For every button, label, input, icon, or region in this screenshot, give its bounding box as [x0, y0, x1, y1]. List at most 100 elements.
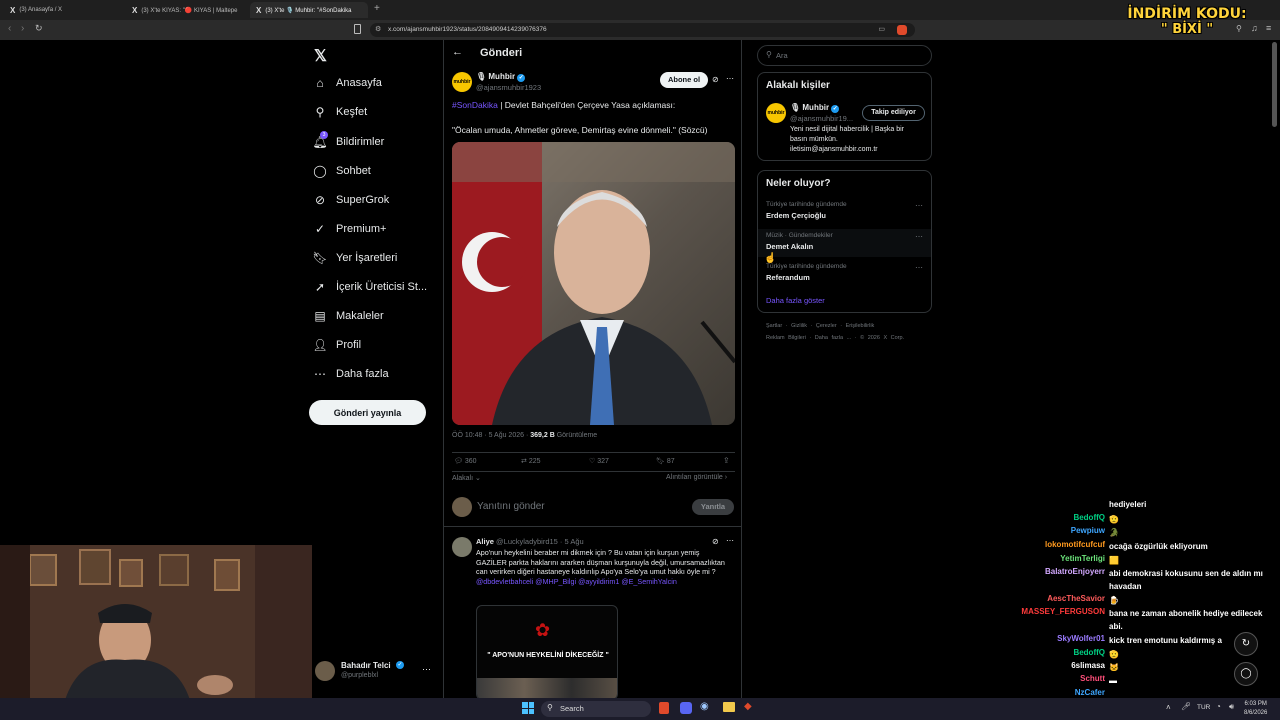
back-arrow-icon[interactable]: ←: [452, 46, 463, 58]
bookmark-action[interactable]: 🔖︎ 87: [656, 457, 675, 465]
more-icon[interactable]: ⋯: [422, 664, 431, 675]
volume-icon[interactable]: 🔊︎: [1229, 702, 1234, 712]
grok-icon[interactable]: ⊘: [712, 75, 719, 84]
search-input[interactable]: ⚲ Ara: [757, 45, 932, 66]
avatar[interactable]: muhbir: [766, 103, 786, 123]
subscribe-button[interactable]: Abone ol: [660, 72, 708, 88]
nav-creator-studio[interactable]: ➚ İçerik Üreticisi St...: [313, 276, 427, 298]
chat-username[interactable]: Schutt: [1010, 674, 1105, 683]
avatar[interactable]: [452, 537, 472, 557]
scrollbar[interactable]: [1272, 42, 1277, 127]
footer-link[interactable]: Çerezler: [816, 323, 837, 329]
more-icon[interactable]: ⋯: [726, 536, 734, 545]
following-button[interactable]: Takip ediliyor: [862, 105, 925, 121]
footer-link[interactable]: Gizlilik: [791, 323, 807, 329]
reply-handle[interactable]: @Luckyladybird15 · 5 Ağu: [496, 537, 584, 546]
account-switcher[interactable]: Bahadır Telci ✓ @purpleblxl ⋯: [312, 658, 436, 686]
forward-icon[interactable]: ›: [21, 23, 24, 34]
clock[interactable]: 6:03 PM 8/6/2026: [1244, 700, 1267, 718]
x-logo-icon[interactable]: 𝕏: [314, 46, 327, 66]
reply-image[interactable]: ✿ " APO'NUN HEYKELİNİ DİKECEĞİZ ": [476, 605, 618, 700]
nav-home[interactable]: ⌂ Anasayfa: [313, 72, 382, 94]
menu-icon[interactable]: ≡: [1266, 23, 1271, 33]
nav-notifications[interactable]: 🔔︎ 3 Bildirimler: [312, 131, 384, 153]
more-icon[interactable]: ⋯: [726, 74, 734, 83]
chat-username[interactable]: BedoffQ: [1010, 648, 1105, 657]
more-icon[interactable]: ⋯: [915, 263, 923, 272]
more-icon[interactable]: ⋯: [915, 232, 923, 241]
chat-username[interactable]: BalatroEnjoyerr: [1010, 567, 1105, 576]
show-more-link[interactable]: Daha fazla göster: [766, 296, 825, 305]
grok-icon[interactable]: ⊘: [712, 537, 719, 546]
chat-username[interactable]: NzCafer: [1010, 688, 1105, 697]
microphone-icon[interactable]: 🎤︎: [1181, 702, 1191, 711]
trend-item[interactable]: Türkiye tarihinde gündemde Erdem Çerçioğ…: [758, 198, 931, 226]
nav-premium[interactable]: ✓ Premium+: [313, 218, 386, 240]
browser-tab[interactable]: X (3) X'te KIYAS: "🔴 KIYAS | Maltepe: [126, 2, 244, 18]
chat-username[interactable]: MASSEY_FERGUSON: [1010, 607, 1105, 616]
browser-tab-active[interactable]: X (3) X'te 🎙️ Muhbir: "#SonDakika: [250, 2, 368, 18]
chat-username[interactable]: lokomotifcufcuf: [1010, 540, 1105, 549]
footer-link[interactable]: Erişilebilirlik: [846, 323, 875, 329]
chat-username[interactable]: SkyWolfer01: [1010, 634, 1105, 643]
nav-explore[interactable]: ⚲ Keşfet: [313, 101, 368, 123]
brave-browser-icon[interactable]: [659, 702, 669, 714]
chat-username[interactable]: BedoffQ: [1010, 513, 1105, 522]
chat-username[interactable]: 6slimasa: [1010, 661, 1105, 670]
avatar[interactable]: muhbir: [452, 72, 472, 92]
related-handle[interactable]: @ajansmuhbir19...: [790, 114, 853, 123]
reply-author[interactable]: Aliye: [476, 537, 494, 546]
trend-item[interactable]: Müzik · Gündemdekiler Demet Akalın ⋯: [758, 229, 931, 257]
chat-username[interactable]: Pewpiuw: [1010, 526, 1105, 535]
sort-dropdown[interactable]: Alakalı ⌄: [452, 474, 481, 482]
author-handle[interactable]: @ajansmuhbir1923: [476, 83, 541, 92]
chevron-up-icon[interactable]: ˄: [1166, 703, 1171, 712]
bookmark-page-icon[interactable]: [354, 24, 361, 34]
reply-button[interactable]: Yanıtla: [692, 499, 734, 515]
chat-username[interactable]: YetimTerligi: [1010, 554, 1105, 563]
back-icon[interactable]: ‹: [8, 23, 11, 34]
reload-icon[interactable]: ↻: [35, 23, 43, 34]
nav-bookmarks[interactable]: 🔖︎ Yer İşaretleri: [312, 247, 397, 269]
message-icon[interactable]: ◯: [1234, 662, 1258, 686]
site-info-icon[interactable]: ⚙: [375, 23, 381, 37]
nav-chat[interactable]: ◯ Sohbet: [313, 160, 371, 182]
reply-action[interactable]: 💬︎ 360: [454, 457, 477, 465]
share-icon[interactable]: ⇪: [723, 456, 730, 465]
url-field[interactable]: ⚙ x.com/ajansmuhbir1923/status/208490941…: [370, 23, 915, 37]
screen-icon[interactable]: ▭: [878, 23, 885, 37]
folder-icon[interactable]: [723, 702, 735, 712]
footer-link[interactable]: Daha fazla ...: [815, 335, 851, 341]
refresh-icon[interactable]: ↻: [1234, 632, 1258, 656]
new-tab-button[interactable]: +: [374, 3, 380, 14]
nav-profile[interactable]: 👤︎ Profil: [312, 334, 361, 356]
app-icon[interactable]: ◆: [744, 701, 752, 712]
footer-link[interactable]: Şartlar: [766, 323, 782, 329]
author-name[interactable]: 🎙 Muhbir ✓: [476, 72, 526, 82]
footer-link[interactable]: Reklam Bilgileri: [766, 335, 806, 341]
post-button[interactable]: Gönderi yayınla: [309, 400, 426, 425]
related-name[interactable]: 🎙 Muhbir ✓: [790, 103, 840, 113]
windows-start-icon[interactable]: [522, 702, 534, 714]
taskbar-search[interactable]: ⚲ Search: [541, 701, 651, 717]
reply-mentions[interactable]: @dbdevletbahceli @MHP_Bilgi @ayyildirim1…: [476, 577, 677, 586]
hashtag-link[interactable]: #SonDakika: [452, 100, 498, 110]
trend-item[interactable]: Türkiye tarihinde gündemde Referandum ⋯: [758, 260, 931, 288]
wifi-icon[interactable]: ◔: [1216, 702, 1221, 711]
nav-supergrok[interactable]: ⊘ SuperGrok: [313, 189, 389, 211]
post-time[interactable]: ÖÖ 10:48 · 5 Ağu 2026 ·: [452, 432, 528, 439]
language-indicator[interactable]: TUR: [1197, 704, 1210, 711]
brave-shield-icon[interactable]: [897, 25, 907, 35]
reply-input[interactable]: Yanıtını gönder: [477, 501, 545, 512]
nav-more[interactable]: ⋯ Daha fazla: [313, 363, 389, 385]
more-icon[interactable]: ⋯: [915, 201, 923, 210]
post-image[interactable]: [452, 142, 735, 425]
browser-tab[interactable]: X (3) Anasayfa / X: [4, 2, 122, 18]
view-quotes-link[interactable]: Alıntıları görüntüle ›: [666, 474, 727, 481]
discord-icon[interactable]: [680, 702, 692, 714]
nav-articles[interactable]: ▤ Makaleler: [313, 305, 383, 327]
repost-action[interactable]: ⇄ 225: [521, 457, 541, 465]
like-action[interactable]: ♡ 327: [589, 457, 609, 465]
chat-username[interactable]: AescTheSavior: [1010, 594, 1105, 603]
steam-icon[interactable]: ◉: [700, 701, 709, 712]
